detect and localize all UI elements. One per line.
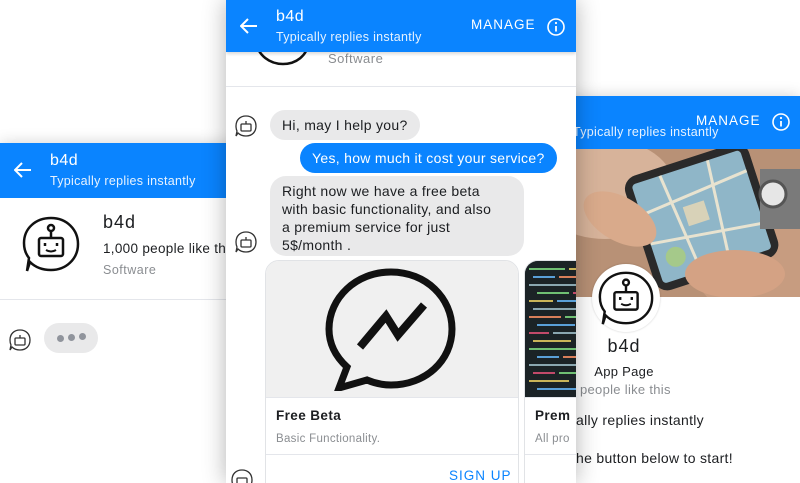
page-category: Software bbox=[103, 263, 157, 277]
card-image bbox=[525, 261, 576, 397]
messenger-logo-icon bbox=[325, 268, 456, 391]
app-bar-title: b4d bbox=[50, 152, 79, 169]
message-bubble-bot: Hi, may I help you? bbox=[270, 110, 420, 140]
divider bbox=[0, 299, 258, 300]
bot-logo-icon bbox=[22, 216, 80, 272]
start-note: he button below to start! bbox=[576, 450, 733, 466]
app-bar-subtitle: Typically replies instantly bbox=[276, 30, 422, 44]
page-likes: 1,000 people like th bbox=[103, 241, 227, 256]
app-bar-subtitle: Typically replies instantly bbox=[50, 174, 196, 188]
card-separator bbox=[525, 397, 576, 398]
page-avatar bbox=[592, 264, 660, 332]
info-icon[interactable] bbox=[772, 113, 790, 131]
message-bubble-bot: Right now we have a free beta with basic… bbox=[270, 176, 524, 256]
message-line: with basic functionality, and also bbox=[282, 201, 492, 217]
manage-button[interactable]: MANAGE bbox=[696, 113, 761, 128]
message-line: a premium service for just bbox=[282, 219, 451, 235]
left-phone-screen: b4d Typically replies instantly b4d 1,00… bbox=[0, 143, 258, 483]
card-image bbox=[266, 261, 518, 397]
typing-indicator bbox=[44, 323, 98, 353]
page-category: Software bbox=[328, 51, 384, 66]
card-separator bbox=[266, 454, 518, 455]
center-app-bar: b4d Typically replies instantly MANAGE bbox=[226, 0, 576, 52]
bot-avatar-icon bbox=[9, 329, 31, 351]
bot-avatar-icon bbox=[231, 469, 253, 483]
card-separator bbox=[266, 397, 518, 398]
card-subtitle: All pro bbox=[535, 433, 570, 445]
page-name: b4d bbox=[103, 212, 137, 232]
center-phone-screen: Software b4d Typically replies instantly… bbox=[226, 0, 576, 483]
card-separator bbox=[525, 454, 576, 455]
message-bubble-user: Yes, how much it cost your service? bbox=[300, 143, 557, 173]
bot-avatar-icon bbox=[235, 115, 257, 137]
bot-avatar-icon bbox=[235, 231, 257, 253]
right-app-bar: Typically replies instantly MANAGE bbox=[565, 96, 800, 149]
left-app-bar: b4d Typically replies instantly bbox=[0, 143, 258, 198]
page-likes: people like this bbox=[580, 382, 671, 397]
reply-note: ally replies instantly bbox=[576, 412, 704, 428]
info-icon[interactable] bbox=[547, 18, 565, 36]
manage-button[interactable]: MANAGE bbox=[471, 17, 536, 32]
card-subtitle: Basic Functionality. bbox=[276, 433, 381, 445]
message-line: Right now we have a free beta bbox=[282, 183, 480, 199]
back-arrow-icon[interactable] bbox=[240, 18, 258, 34]
carousel-card-premium[interactable]: Prem All pro bbox=[524, 260, 576, 483]
bot-logo-icon bbox=[598, 271, 654, 325]
card-title: Free Beta bbox=[276, 408, 342, 423]
carousel-card-free-beta[interactable]: Free Beta Basic Functionality. SIGN UP bbox=[265, 260, 519, 483]
back-arrow-icon[interactable] bbox=[14, 162, 32, 178]
page-type: App Page bbox=[594, 364, 654, 379]
divider bbox=[226, 86, 576, 87]
app-bar-title: b4d bbox=[276, 8, 305, 25]
page-name: b4d bbox=[607, 336, 641, 356]
message-line: 5$/month . bbox=[282, 237, 352, 253]
card-title: Prem bbox=[535, 408, 571, 423]
sign-up-button[interactable]: SIGN UP bbox=[449, 468, 512, 483]
right-phone-screen: Typically replies instantly MANAGE b4d A… bbox=[565, 96, 800, 483]
